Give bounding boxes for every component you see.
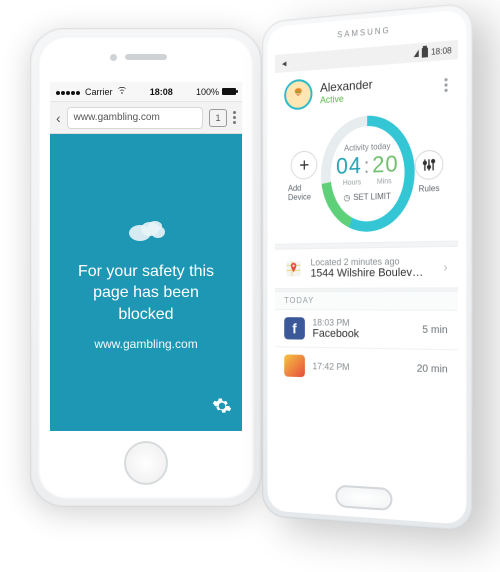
status-time: 18:08: [150, 87, 173, 97]
cloud-icon: [126, 214, 166, 249]
nav-arrow-icon: ◄: [280, 58, 287, 68]
iphone-screen: Carrier 18:08 100% ‹ www.gambling.com 1: [50, 82, 242, 431]
blocked-page: For your safety this page has been block…: [50, 134, 242, 431]
overflow-menu-icon[interactable]: [233, 109, 236, 126]
blocked-site: www.gambling.com: [94, 337, 197, 351]
overflow-menu-icon[interactable]: [444, 75, 447, 93]
samsung-device: SAMSUNG ◄ 18:08 Alexander: [262, 2, 473, 531]
rules-label: Rules: [419, 183, 440, 193]
tabs-button[interactable]: 1: [209, 109, 227, 127]
battery-icon: [422, 47, 428, 57]
app-name: Facebook: [312, 328, 359, 341]
tabs-count: 1: [215, 113, 220, 123]
blocked-headline: For your safety this page has been block…: [64, 261, 228, 326]
app-row[interactable]: f 18:03 PM Facebook 5 min: [275, 309, 458, 349]
location-row[interactable]: Located 2 minutes ago 1544 Wilshire Boul…: [275, 247, 458, 288]
app-duration: 5 min: [422, 324, 447, 336]
back-icon[interactable]: ‹: [56, 110, 61, 126]
clock-icon: ◷: [344, 193, 351, 202]
speaker-slot: [125, 54, 167, 60]
mins-unit: Mins: [377, 178, 392, 186]
activity-hours: 04: [336, 152, 362, 180]
activity-dashboard: + Add Device Activity today 04 : 20: [275, 108, 458, 244]
set-limit-button[interactable]: ◷ SET LIMIT: [344, 192, 391, 203]
carrier-label: Carrier: [85, 87, 113, 97]
today-header: TODAY: [275, 292, 458, 310]
add-device-button[interactable]: + Add Device: [288, 150, 321, 202]
app-row[interactable]: 17:42 PM 20 min: [275, 346, 458, 389]
chevron-right-icon: ›: [443, 260, 447, 275]
hours-unit: Hours: [343, 179, 361, 187]
map-pin-icon: [284, 258, 303, 278]
battery-pct: 100%: [196, 87, 219, 97]
browser-nav-bar: ‹ www.gambling.com 1: [50, 102, 242, 134]
app-time: 17:42 PM: [312, 361, 349, 372]
location-address: 1544 Wilshire Boulevard...: [311, 266, 427, 279]
add-device-label: Add Device: [288, 183, 321, 202]
home-button[interactable]: [335, 485, 392, 512]
app-icon: [284, 354, 305, 377]
rules-button[interactable]: Rules: [415, 149, 444, 193]
signal-dots-icon: [56, 87, 81, 97]
facebook-icon: f: [284, 317, 305, 339]
iphone-bezel: Carrier 18:08 100% ‹ www.gambling.com 1: [38, 36, 254, 499]
set-limit-label: SET LIMIT: [353, 192, 391, 203]
front-camera: [110, 54, 117, 61]
app-time: 18:03 PM: [312, 317, 359, 328]
app-duration: 20 min: [417, 363, 448, 375]
samsung-screen: ◄ 18:08 Alexander Active: [275, 40, 458, 477]
activity-mins: 20: [372, 150, 398, 178]
plus-icon: +: [291, 150, 317, 180]
battery-icon: [222, 88, 236, 95]
status-time: 18:08: [431, 45, 452, 56]
activity-ring[interactable]: Activity today 04 : 20 Hours Mins: [321, 113, 415, 233]
address-url: www.gambling.com: [74, 112, 160, 123]
ios-status-bar: Carrier 18:08 100%: [50, 82, 242, 102]
home-button[interactable]: [124, 441, 168, 485]
sliders-icon: [415, 149, 444, 180]
signal-icon: [414, 49, 419, 57]
avatar: [284, 78, 312, 110]
gear-icon[interactable]: [212, 396, 232, 421]
samsung-bezel: SAMSUNG ◄ 18:08 Alexander: [268, 9, 467, 524]
address-bar[interactable]: www.gambling.com: [67, 107, 203, 129]
iphone-device: Carrier 18:08 100% ‹ www.gambling.com 1: [30, 28, 262, 507]
wifi-icon: [117, 87, 127, 97]
samsung-scene: SAMSUNG ◄ 18:08 Alexander: [262, 22, 500, 572]
